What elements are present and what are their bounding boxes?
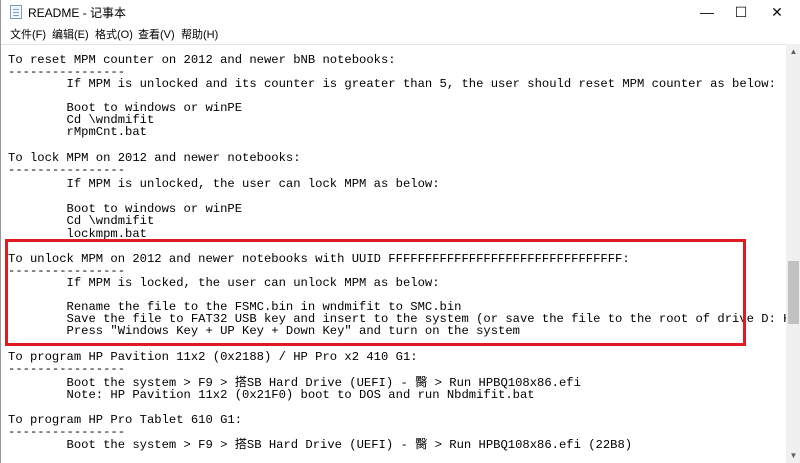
- vertical-scrollbar[interactable]: ▲ ▼: [786, 44, 800, 463]
- menu-bar: 文件(F) 编辑(E) 格式(O) 查看(V) 帮助(H): [1, 24, 800, 44]
- close-button[interactable]: ✕: [761, 0, 793, 24]
- minimize-button[interactable]: —: [691, 0, 723, 24]
- menu-view[interactable]: 查看(V): [138, 26, 175, 42]
- menu-help[interactable]: 帮助(H): [181, 26, 218, 42]
- text-line: If MPM is unlocked and its counter is gr…: [8, 77, 776, 91]
- text-line: ----------------: [8, 163, 126, 177]
- scrollbar-thumb[interactable]: [788, 261, 799, 325]
- menu-edit[interactable]: 编辑(E): [52, 26, 89, 42]
- text-line: Cd \wndmifit: [8, 214, 155, 228]
- highlight-box: [5, 239, 746, 346]
- text-line: Note: HP Pavition 11x2 (0x21F0) boot to …: [8, 388, 535, 402]
- notepad-icon: [10, 5, 22, 19]
- scroll-up-arrow-icon[interactable]: ▲: [786, 44, 800, 59]
- notepad-window: README - 记事本 — ☐ ✕ 文件(F) 编辑(E) 格式(O) 查看(…: [0, 0, 800, 463]
- title-bar[interactable]: README - 记事本 — ☐ ✕: [1, 0, 800, 24]
- window-title: README - 记事本: [28, 6, 127, 20]
- menu-file[interactable]: 文件(F): [10, 26, 46, 42]
- text-line: ----------------: [8, 362, 126, 376]
- text-line: ----------------: [8, 425, 126, 439]
- maximize-button[interactable]: ☐: [725, 0, 757, 24]
- text-line: rMpmCnt.bat: [8, 125, 147, 139]
- menu-format[interactable]: 格式(O): [95, 26, 133, 42]
- text-line: Boot the system > F9 > 搭SB Hard Drive (U…: [8, 438, 633, 452]
- scroll-down-arrow-icon[interactable]: ▼: [786, 448, 800, 463]
- text-line: If MPM is unlocked, the user can lock MP…: [8, 177, 440, 191]
